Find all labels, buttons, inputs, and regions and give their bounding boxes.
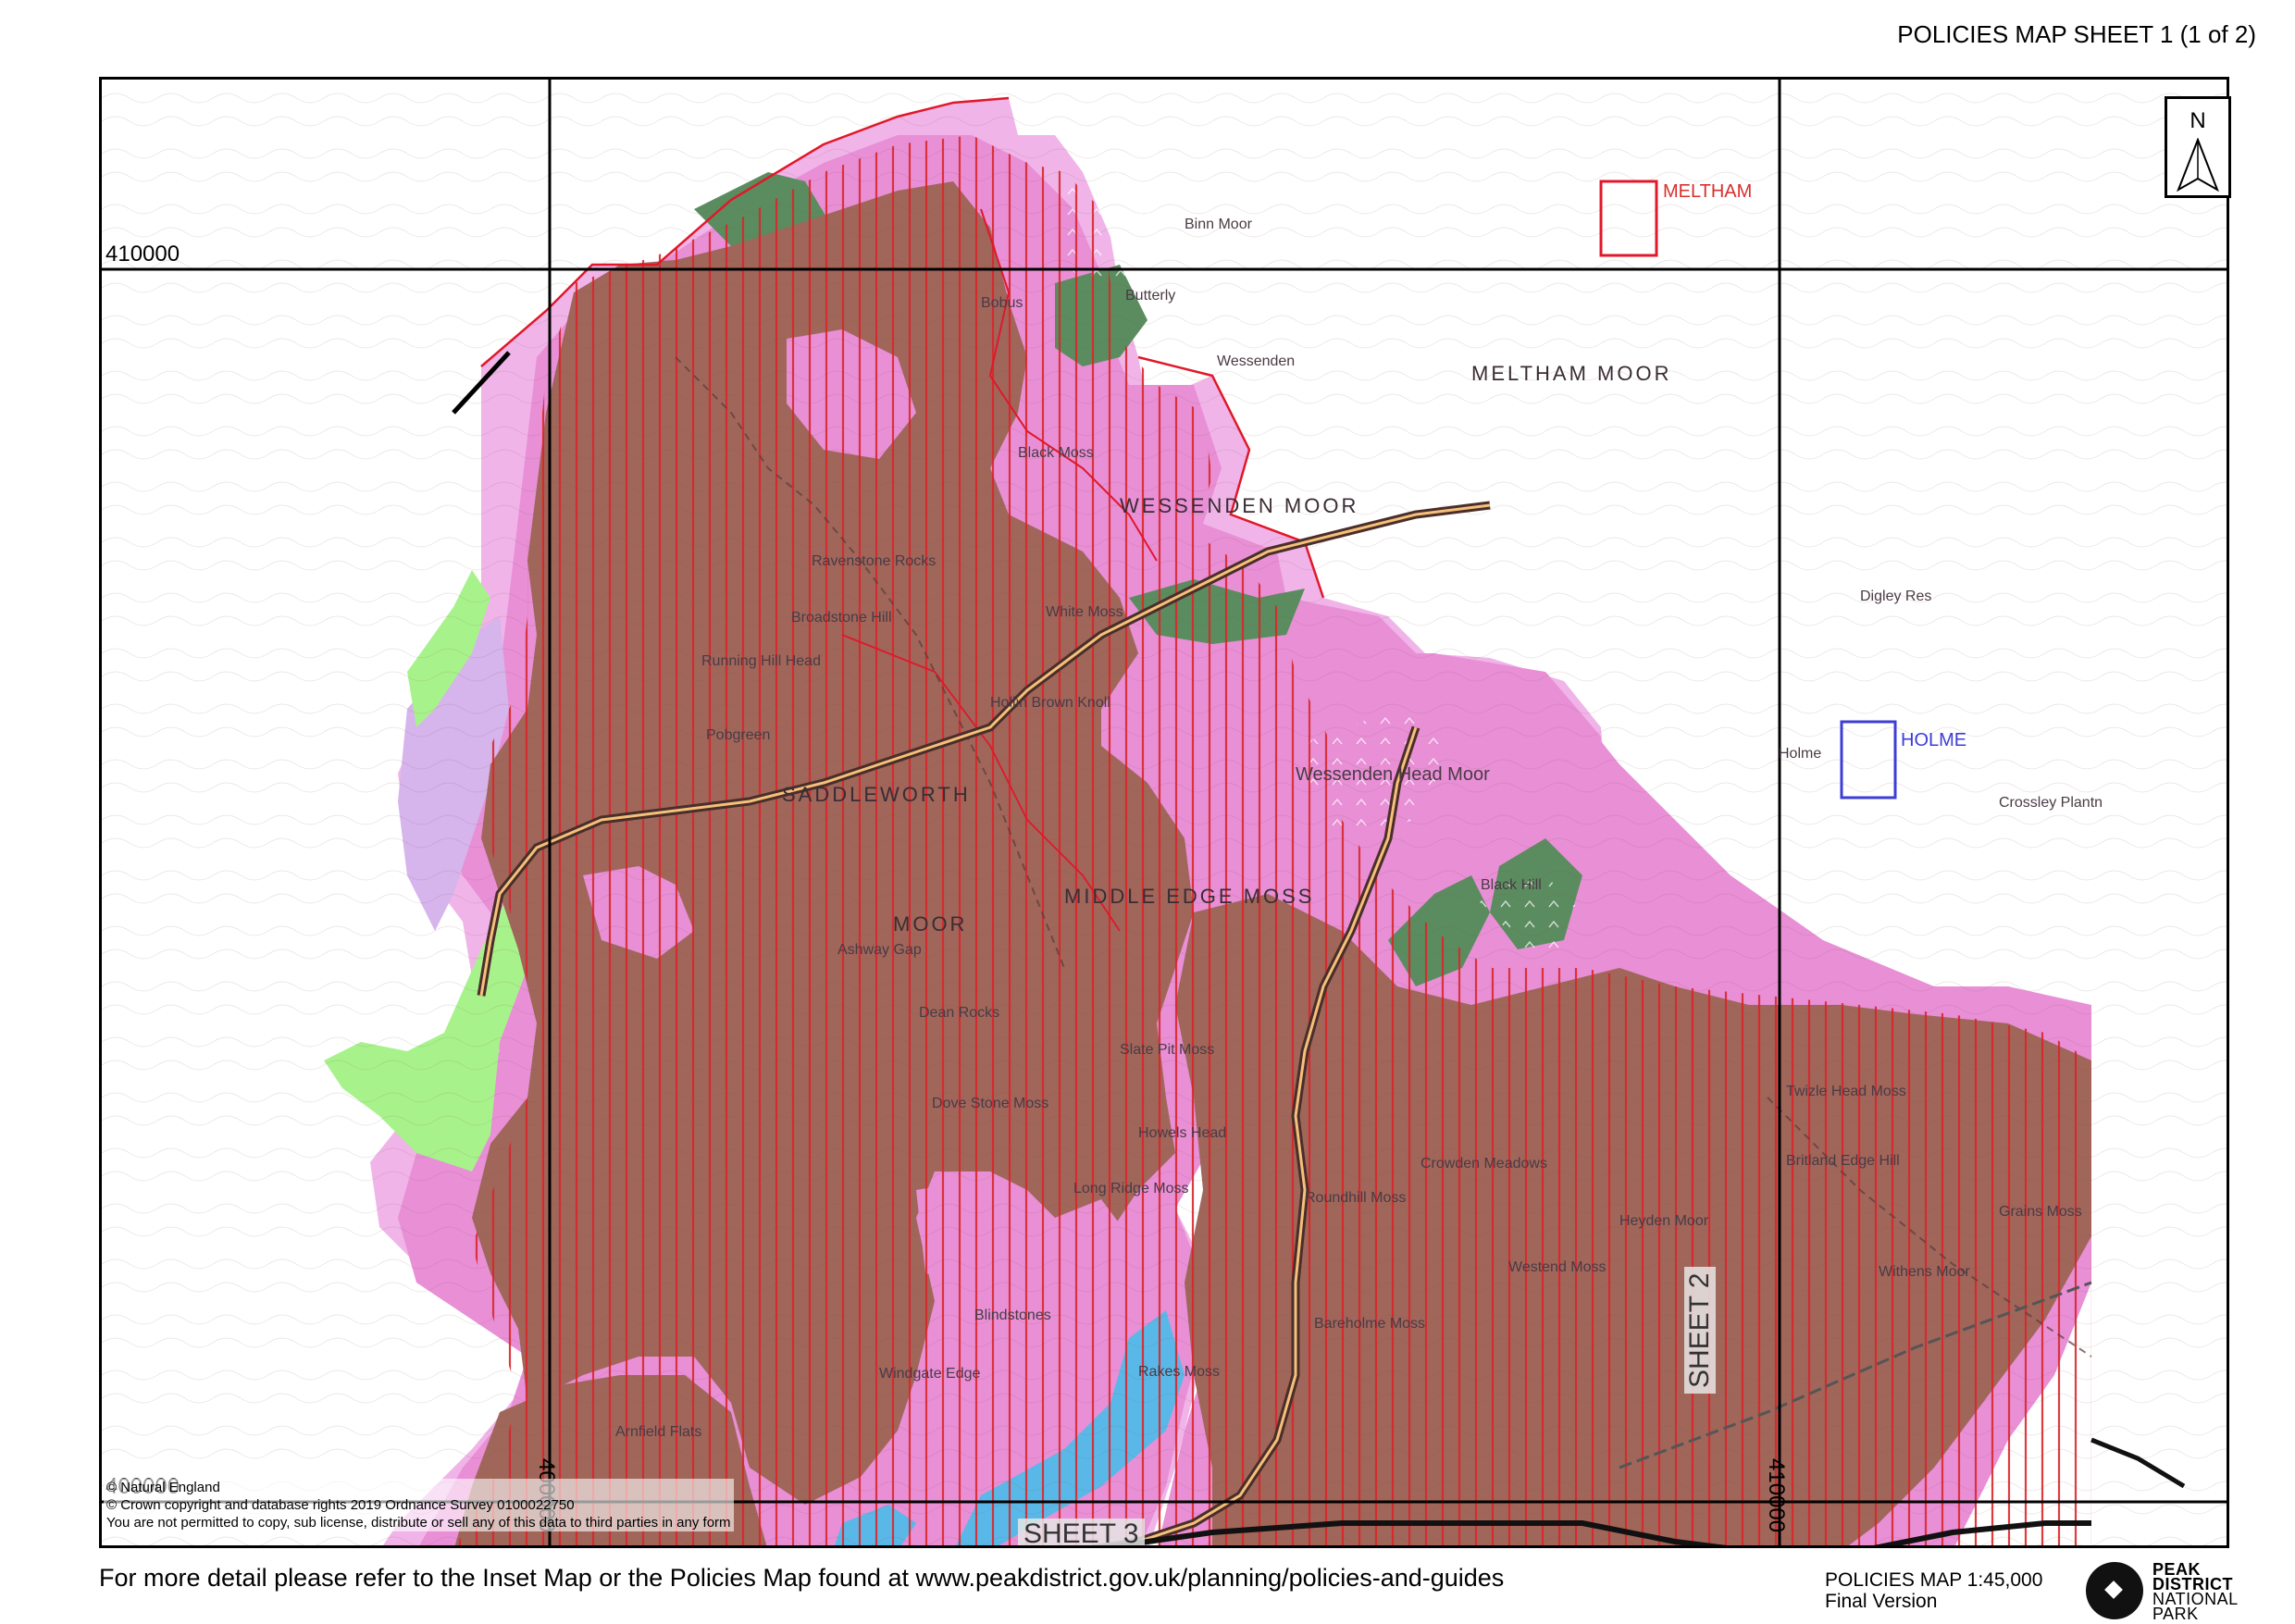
label-dove-stone-moss: Dove Stone Moss [932,1096,1049,1111]
north-arrow: N [2165,96,2231,198]
label-ashway-gap: Ashway Gap [837,942,922,958]
label-running-hill-head: Running Hill Head [701,653,821,669]
label-wessenden: Wessenden [1217,353,1296,369]
label-black-moss: Black Moss [1018,445,1094,461]
label-meltham-moor: MELTHAM MOOR [1471,362,1672,385]
label-crossley-plantn: Crossley Plantn [1999,795,2103,811]
label-slate-pit-moss: Slate Pit Moss [1120,1042,1215,1058]
label-wessenden-head-moor: Wessenden Head Moor [1296,764,1490,785]
scale-block: POLICIES MAP 1:45,000 Final Version [1825,1569,2042,1612]
label-bareholme-moss: Bareholme Moss [1314,1316,1426,1332]
label-bobus: Bobus [981,295,1023,311]
label-crowden-meadows: Crowden Meadows [1420,1156,1547,1172]
northing-label-410000: 410000 [105,242,180,267]
label-windgate-edge: Windgate Edge [879,1366,981,1382]
label-westend-moss: Westend Moss [1508,1259,1606,1275]
label-blindstones: Blindstones [974,1308,1051,1323]
label-roundhill-moss: Roundhill Moss [1305,1190,1407,1206]
footer-note: For more detail please refer to the Inse… [99,1564,1505,1592]
label-digley-res: Digley Res [1860,589,1932,604]
copyright-crown: © Crown copyright and database rights 20… [106,1497,575,1513]
label-binn-moor: Binn Moor [1185,217,1252,232]
north-label: N [2190,108,2206,133]
label-arnfield-flats: Arnfield Flats [615,1424,702,1440]
label-white-moss: White Moss [1046,604,1123,620]
logo-icon [2086,1562,2143,1619]
copyright-restriction: You are not permitted to copy, sub licen… [106,1515,731,1531]
label-black-hill: Black Hill [1481,877,1542,893]
label-dean-rocks: Dean Rocks [919,1005,1000,1021]
label-saddleworth: SADDLEWORTH [782,783,971,806]
north-arrow-icon [2177,138,2219,192]
meltham-inset-label[interactable]: MELTHAM [1663,181,1752,203]
map-frame[interactable]: WESSENDEN MOOR MELTHAM MOOR SADDLEWORTH … [99,77,2229,1548]
label-butterly: Butterly [1125,288,1176,304]
label-howels-head: Howels Head [1138,1125,1227,1141]
label-holme: Holme [1779,746,1822,762]
sheet-2-link[interactable]: SHEET 2 [1684,1267,1716,1394]
label-pobgreen: Pobgreen [706,727,771,743]
sheet-3-link[interactable]: SHEET 3 [1018,1519,1145,1545]
label-wessenden-moor: WESSENDEN MOOR [1120,494,1359,517]
logo-line-park: PARK [2152,1605,2199,1623]
label-grains-moss: Grains Moss [1999,1204,2082,1220]
label-twizle-head-moss: Twizle Head Moss [1786,1084,1906,1099]
sheet-title: POLICIES MAP SHEET 1 (1 of 2) [1897,20,2256,48]
label-moor: MOOR [893,912,968,936]
copyright-natural-england: © Natural England [106,1480,220,1495]
label-broadstone-hill: Broadstone Hill [791,610,892,626]
label-withens-moor: Withens Moor [1879,1264,1970,1280]
label-long-ridge-moss: Long Ridge Moss [1073,1181,1189,1196]
easting-label-410000: 410000 [1764,1458,1789,1533]
version-text: Final Version [1825,1591,1938,1612]
label-rakes-moss: Rakes Moss [1138,1364,1221,1380]
scale-text: POLICIES MAP 1:45,000 [1825,1569,2043,1591]
label-middle-edge-moss: MIDDLE EDGE MOSS [1064,885,1315,908]
label-heyden-moor: Heyden Moor [1619,1213,1709,1229]
copyright-notice: © Natural England © Crown copyright and … [104,1479,734,1531]
label-hollin-brown-knoll: Hollin Brown Knoll [990,695,1110,711]
label-britland-edge-hill: Britland Edge Hill [1786,1153,1900,1169]
holme-inset-label[interactable]: HOLME [1901,730,1966,751]
label-ravenstone-rocks: Ravenstone Rocks [812,553,937,569]
